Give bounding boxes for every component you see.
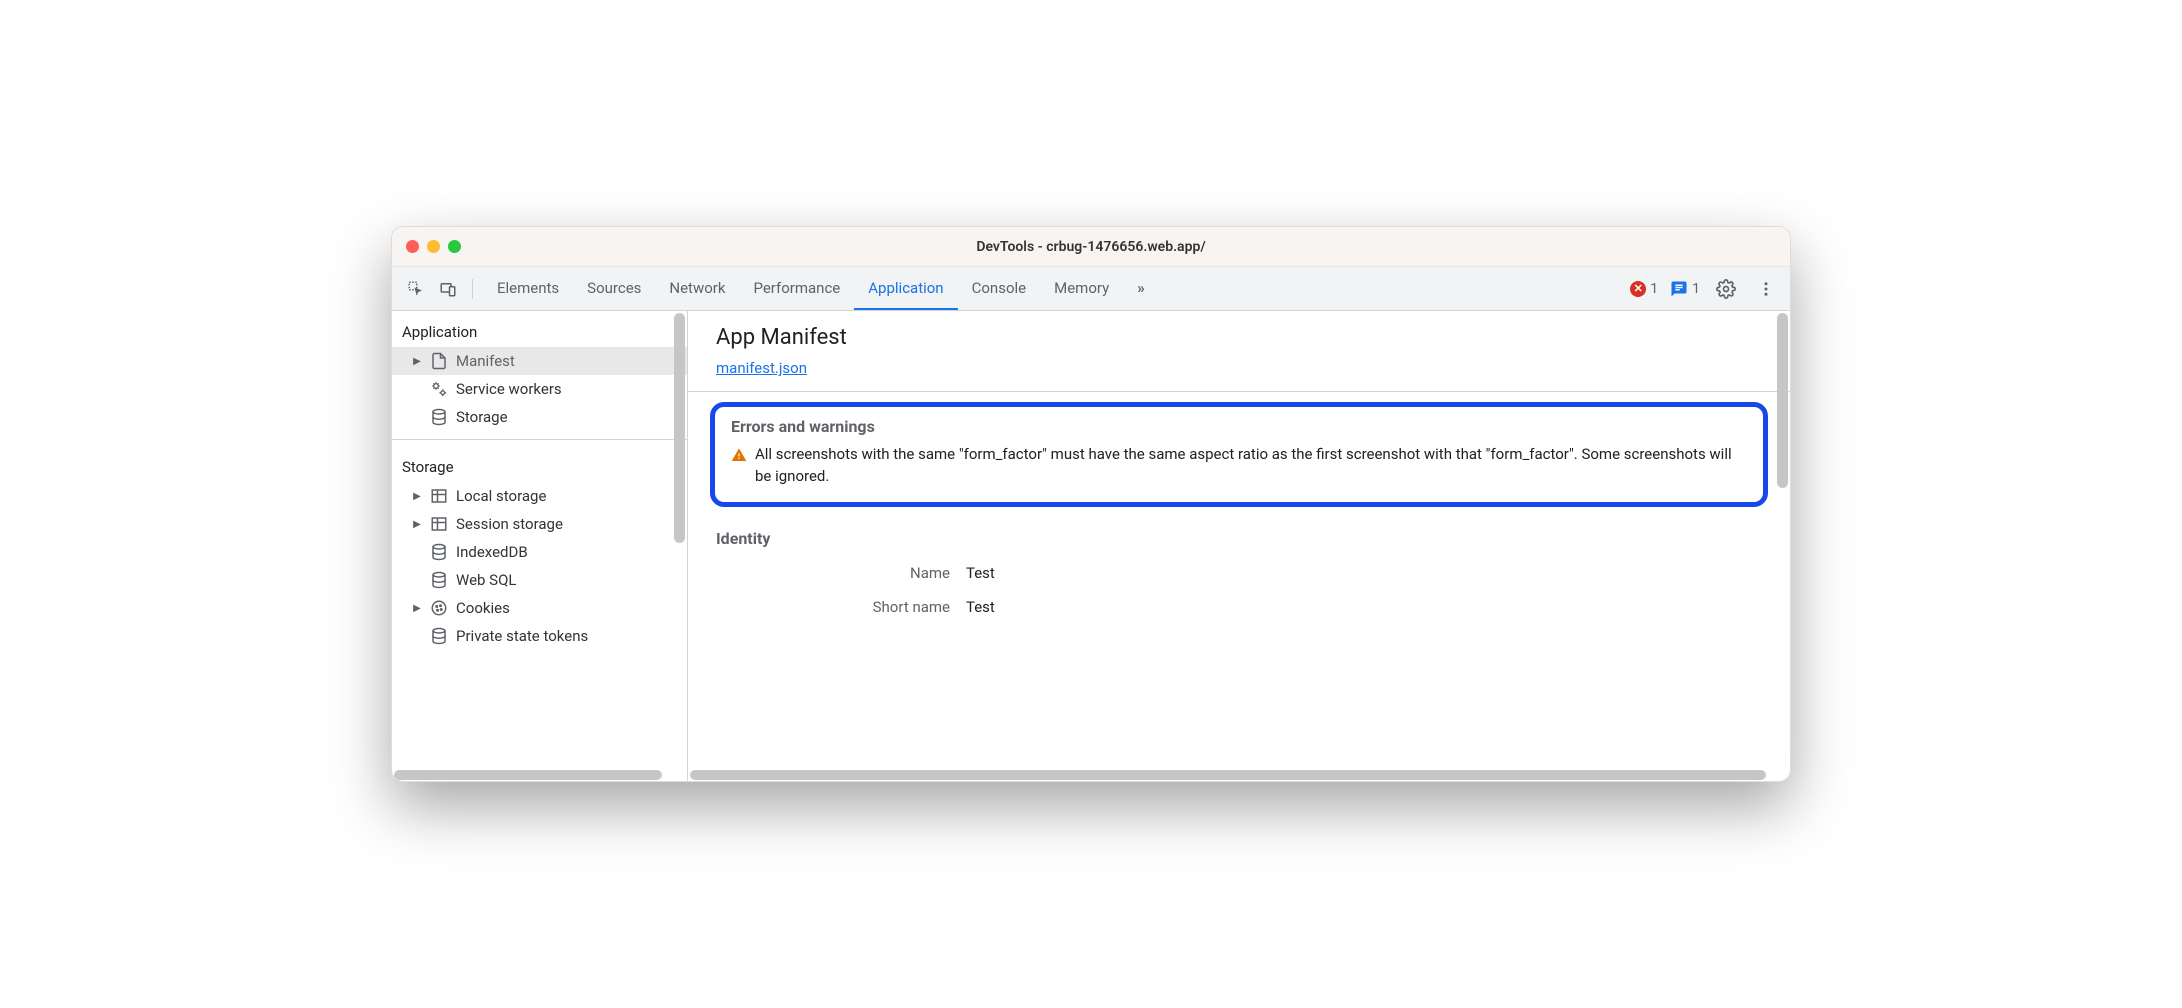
error-count: 1 xyxy=(1650,281,1658,297)
errors-warnings-box: Errors and warnings All screenshots with… xyxy=(710,402,1768,507)
tab-network[interactable]: Network xyxy=(655,267,739,310)
database-icon xyxy=(429,407,449,427)
sidebar-item-manifest[interactable]: ▶ Manifest xyxy=(392,347,687,375)
warning-icon xyxy=(731,447,747,463)
sidebar-item-label: Private state tokens xyxy=(456,627,588,645)
manifest-link[interactable]: manifest.json xyxy=(716,359,807,377)
sidebar-item-session-storage[interactable]: ▶ Session storage xyxy=(392,510,687,538)
sidebar-item-indexeddb[interactable]: IndexedDB xyxy=(392,538,687,566)
issues-icon xyxy=(1670,280,1688,298)
expander-icon[interactable]: ▶ xyxy=(412,356,422,367)
sidebar-divider xyxy=(392,439,687,440)
tab-sources[interactable]: Sources xyxy=(573,267,655,310)
sidebar-heading-storage: Storage xyxy=(392,452,687,482)
sidebar-scroll[interactable]: Application ▶ Manifest Service wor xyxy=(392,311,687,767)
sidebar-item-service-workers[interactable]: Service workers xyxy=(392,375,687,403)
sidebar-item-local-storage[interactable]: ▶ Local storage xyxy=(392,482,687,510)
sidebar-item-private-state-tokens[interactable]: Private state tokens xyxy=(392,622,687,650)
warning-row: All screenshots with the same "form_fact… xyxy=(731,444,1747,488)
window-title: DevTools - crbug-1476656.web.app/ xyxy=(392,239,1790,255)
titlebar: DevTools - crbug-1476656.web.app/ xyxy=(392,227,1790,267)
tab-memory[interactable]: Memory xyxy=(1040,267,1123,310)
error-icon: ✕ xyxy=(1630,281,1646,297)
sidebar-item-storage[interactable]: Storage xyxy=(392,403,687,431)
panel-tabs: Elements Sources Network Performance App… xyxy=(483,267,1626,310)
tab-application[interactable]: Application xyxy=(854,267,957,310)
short-name-label: Short name xyxy=(716,598,950,616)
name-value: Test xyxy=(966,564,995,582)
tab-console[interactable]: Console xyxy=(958,267,1041,310)
errors-heading: Errors and warnings xyxy=(731,417,1747,436)
sidebar: Application ▶ Manifest Service wor xyxy=(392,311,688,781)
sidebar-item-cookies[interactable]: ▶ Cookies xyxy=(392,594,687,622)
issues-count: 1 xyxy=(1692,281,1700,297)
expander-icon[interactable]: ▶ xyxy=(412,519,422,530)
sidebar-item-label: Cookies xyxy=(456,599,510,617)
sidebar-item-label: Service workers xyxy=(456,380,562,398)
error-badge[interactable]: ✕ 1 xyxy=(1630,281,1658,297)
identity-shortname-row: Short name Test xyxy=(716,598,1762,616)
sidebar-item-label: Manifest xyxy=(456,352,515,370)
sidebar-item-label: Local storage xyxy=(456,487,546,505)
device-toggle-icon[interactable] xyxy=(434,275,462,303)
sidebar-hscrollbar[interactable] xyxy=(392,767,687,781)
sidebar-item-label: Storage xyxy=(456,408,508,426)
content-pane: App Manifest manifest.json Errors and wa… xyxy=(688,311,1790,781)
divider xyxy=(688,391,1790,392)
more-icon[interactable] xyxy=(1752,275,1780,303)
inspect-icon[interactable] xyxy=(402,275,430,303)
tab-elements[interactable]: Elements xyxy=(483,267,573,310)
cookie-icon xyxy=(429,598,449,618)
sidebar-heading-application: Application xyxy=(392,317,687,347)
content-vscrollbar[interactable] xyxy=(1775,311,1790,781)
sidebar-item-label: Web SQL xyxy=(456,571,516,589)
traffic-lights xyxy=(406,240,461,253)
tab-performance[interactable]: Performance xyxy=(739,267,854,310)
database-icon xyxy=(429,626,449,646)
identity-heading: Identity xyxy=(716,529,1762,548)
warning-text: All screenshots with the same "form_fact… xyxy=(755,444,1747,488)
settings-icon[interactable] xyxy=(1712,275,1740,303)
identity-section: Identity Name Test Short name Test xyxy=(688,517,1790,636)
file-icon xyxy=(429,351,449,371)
main-toolbar: Elements Sources Network Performance App… xyxy=(392,267,1790,311)
panel-body: Application ▶ Manifest Service wor xyxy=(392,311,1790,781)
table-icon xyxy=(429,486,449,506)
page-title: App Manifest xyxy=(716,325,1762,350)
expander-icon[interactable]: ▶ xyxy=(412,491,422,502)
sidebar-item-websql[interactable]: Web SQL xyxy=(392,566,687,594)
database-icon xyxy=(429,542,449,562)
content-scroll[interactable]: App Manifest manifest.json Errors and wa… xyxy=(688,311,1790,767)
table-icon xyxy=(429,514,449,534)
sidebar-item-label: IndexedDB xyxy=(456,543,528,561)
minimize-button[interactable] xyxy=(427,240,440,253)
maximize-button[interactable] xyxy=(448,240,461,253)
gears-icon xyxy=(429,379,449,399)
sidebar-vscrollbar[interactable] xyxy=(672,311,687,781)
identity-name-row: Name Test xyxy=(716,564,1762,582)
sidebar-item-label: Session storage xyxy=(456,515,563,533)
toolbar-divider xyxy=(472,279,473,299)
devtools-window: DevTools - crbug-1476656.web.app/ Elemen… xyxy=(391,226,1791,782)
content-hscrollbar[interactable] xyxy=(688,767,1790,781)
close-button[interactable] xyxy=(406,240,419,253)
short-name-value: Test xyxy=(966,598,995,616)
name-label: Name xyxy=(716,564,950,582)
toolbar-right: ✕ 1 1 xyxy=(1630,275,1780,303)
issues-badge[interactable]: 1 xyxy=(1670,280,1700,298)
expander-icon[interactable]: ▶ xyxy=(412,603,422,614)
tab-overflow[interactable]: » xyxy=(1123,267,1159,310)
database-icon xyxy=(429,570,449,590)
